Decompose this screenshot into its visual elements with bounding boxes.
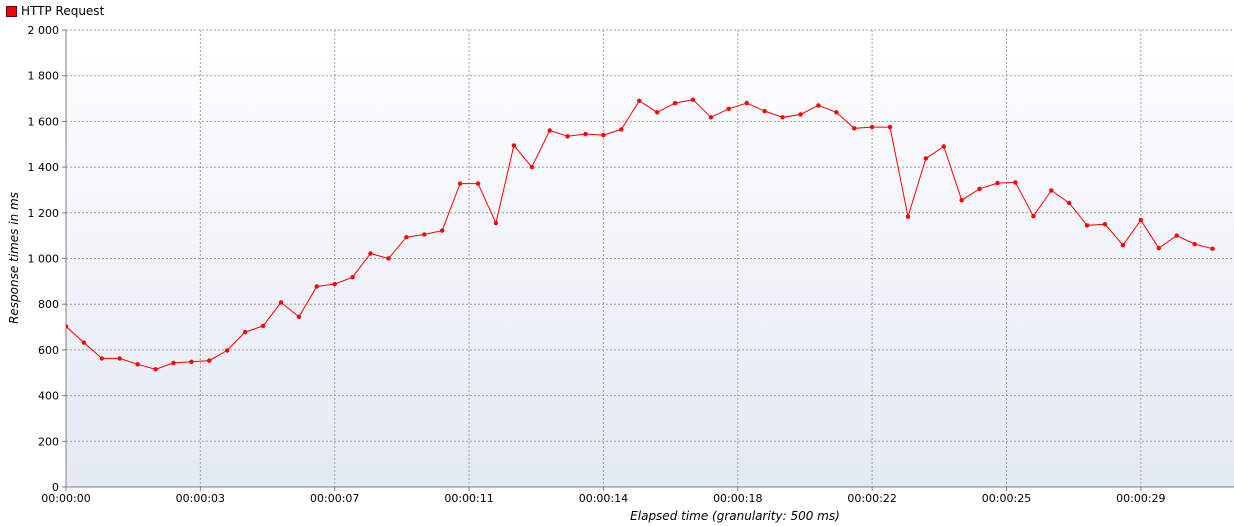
data-point bbox=[493, 220, 499, 226]
data-point bbox=[529, 164, 534, 170]
data-point bbox=[457, 181, 463, 186]
data-point bbox=[726, 106, 731, 112]
data-point bbox=[905, 214, 911, 219]
data-point bbox=[690, 97, 696, 102]
data-point bbox=[1084, 223, 1090, 228]
data-point bbox=[332, 281, 337, 287]
data-point bbox=[1120, 243, 1126, 248]
data-point bbox=[995, 180, 1000, 186]
data-point bbox=[923, 156, 929, 161]
data-point bbox=[869, 124, 875, 130]
data-point bbox=[81, 340, 87, 345]
data-point bbox=[1013, 180, 1018, 185]
y-tick-label: 600 bbox=[38, 344, 59, 357]
data-point bbox=[619, 127, 624, 132]
data-point bbox=[1102, 222, 1108, 227]
x-tick-label: 00:00:00 bbox=[41, 492, 90, 505]
data-point bbox=[941, 144, 946, 149]
data-point bbox=[350, 275, 355, 280]
x-tick-label: 00:00:18 bbox=[713, 492, 762, 505]
y-tick-label: 200 bbox=[38, 435, 59, 448]
data-point bbox=[242, 329, 248, 335]
data-point bbox=[708, 115, 714, 120]
x-tick-label: 00:00:11 bbox=[444, 492, 493, 505]
data-point bbox=[1192, 241, 1197, 247]
data-point bbox=[1067, 200, 1072, 206]
data-point bbox=[1156, 246, 1162, 251]
data-point bbox=[440, 228, 445, 233]
data-point bbox=[225, 348, 230, 353]
data-point bbox=[207, 358, 212, 363]
data-point bbox=[852, 126, 857, 131]
data-point bbox=[117, 356, 122, 361]
chart-root: HTTP Request 0 200 400 600 800 1 000 1 200 1 40… bbox=[0, 0, 1234, 526]
data-point bbox=[99, 356, 105, 361]
data-point bbox=[314, 284, 319, 289]
data-point bbox=[171, 360, 176, 366]
y-axis-title: Response times in ms bbox=[7, 192, 21, 324]
x-axis-title: Elapsed time (granularity: 500 ms) bbox=[630, 509, 840, 523]
data-point bbox=[547, 128, 552, 133]
y-tick-label: 2 000 bbox=[28, 24, 60, 37]
data-point bbox=[135, 362, 140, 367]
data-point bbox=[887, 124, 893, 130]
data-point bbox=[583, 131, 588, 137]
y-tick-label: 800 bbox=[38, 298, 59, 311]
data-point bbox=[798, 112, 803, 117]
data-point bbox=[565, 134, 570, 139]
data-point bbox=[511, 143, 517, 148]
data-point bbox=[189, 359, 194, 364]
x-tick-label: 00:00:22 bbox=[847, 492, 896, 505]
data-point bbox=[296, 314, 302, 319]
data-point bbox=[816, 103, 821, 108]
data-point bbox=[744, 100, 749, 106]
x-tick-label: 00:00:25 bbox=[982, 492, 1031, 505]
data-point bbox=[1138, 217, 1144, 223]
x-tick-label: 00:00:03 bbox=[176, 492, 225, 505]
data-point bbox=[1210, 246, 1215, 251]
data-point bbox=[655, 110, 660, 115]
data-point bbox=[1174, 233, 1179, 238]
data-point bbox=[637, 98, 642, 104]
y-tick-label: 1 400 bbox=[28, 161, 60, 174]
data-point bbox=[260, 323, 266, 329]
chart-svg: 02004006008001 0001 2001 4001 6001 8002 … bbox=[7, 24, 1234, 523]
data-point bbox=[386, 256, 391, 261]
data-point bbox=[780, 115, 785, 120]
y-tick-label: 1 200 bbox=[28, 207, 60, 220]
data-point bbox=[278, 300, 284, 305]
data-point bbox=[959, 198, 964, 203]
y-tick-label: 1 800 bbox=[28, 70, 60, 83]
data-point bbox=[672, 100, 678, 106]
x-tick-label: 00:00:07 bbox=[310, 492, 359, 505]
x-tick-label: 00:00:29 bbox=[1116, 492, 1165, 505]
data-point bbox=[834, 110, 839, 115]
data-point bbox=[1031, 214, 1036, 219]
data-point bbox=[475, 181, 481, 186]
data-point bbox=[368, 251, 373, 256]
data-point bbox=[1049, 188, 1054, 193]
y-tick-label: 1 600 bbox=[28, 115, 60, 128]
data-point bbox=[66, 324, 69, 329]
data-point bbox=[404, 235, 409, 240]
data-point bbox=[601, 132, 606, 138]
data-point bbox=[422, 232, 427, 237]
x-tick-label: 00:00:14 bbox=[579, 492, 628, 505]
data-point bbox=[153, 367, 158, 372]
y-tick-label: 1 000 bbox=[28, 253, 60, 266]
data-point bbox=[977, 186, 982, 191]
data-point bbox=[762, 108, 767, 114]
y-tick-label: 400 bbox=[38, 390, 59, 403]
